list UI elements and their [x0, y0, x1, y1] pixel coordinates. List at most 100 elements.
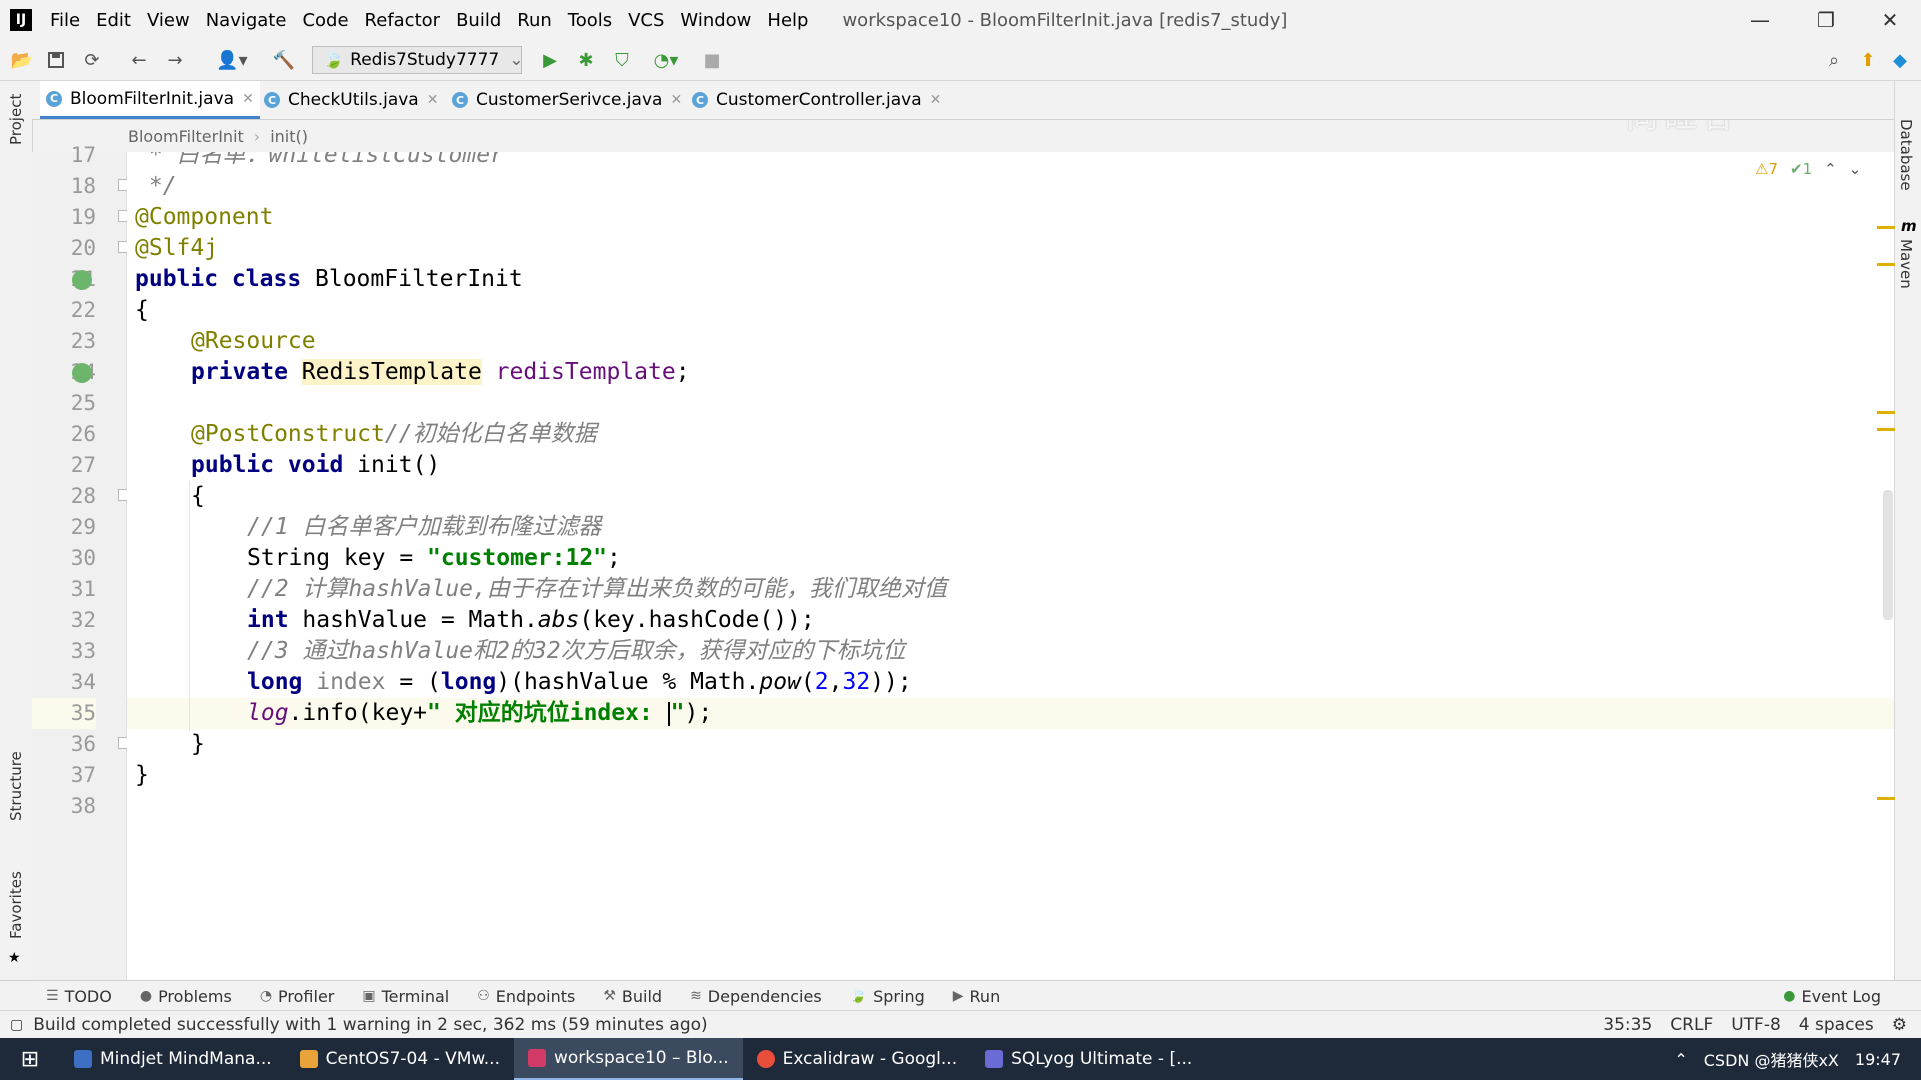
spring-tool-tab[interactable]: 🍃 Spring [850, 987, 925, 1006]
endpoints-tool-tab[interactable]: ⚇ Endpoints [477, 987, 575, 1006]
status-toggle-icon[interactable]: ▢ [10, 1017, 23, 1033]
menu-refactor[interactable]: Refactor [357, 10, 449, 31]
taskbar-sqlyog[interactable]: SQLyog Ultimate - [... [971, 1038, 1206, 1080]
tab-bloomfilterinit[interactable]: C BloomFilterInit.java ✕ [40, 81, 260, 119]
close-tab-icon[interactable]: ✕ [427, 92, 439, 108]
problems-tool-tab[interactable]: ● Problems [140, 987, 232, 1006]
sync-icon[interactable]: ⟳ [80, 48, 104, 72]
caret-position[interactable]: 35:35 [1603, 1015, 1652, 1035]
taskbar-chrome[interactable]: Excalidraw - Googl... [743, 1038, 971, 1080]
close-tab-icon[interactable]: ✕ [242, 91, 254, 107]
vertical-scrollbar[interactable] [1883, 490, 1893, 620]
sqlyog-app-icon [985, 1050, 1004, 1068]
close-tab-icon[interactable]: ✕ [670, 92, 682, 108]
tool-tab-label: Endpoints [495, 986, 576, 1006]
spring-bean-icon[interactable] [72, 270, 92, 290]
code-line-30: String key = "customer:12"; [247, 545, 621, 571]
restore-button[interactable]: ❐ [1793, 0, 1859, 40]
code-line-21: public class BloomFilterInit [135, 264, 1894, 295]
error-stripe-marker[interactable] [1877, 428, 1895, 431]
class-name: BloomFilterInit [301, 266, 523, 292]
user-dropdown-icon[interactable]: 👤▾ [212, 48, 252, 72]
tab-customercontroller[interactable]: C CustomerController.java ✕ [686, 81, 947, 119]
code-with-me-icon[interactable]: ◆ [1888, 48, 1912, 72]
file-encoding[interactable]: UTF-8 [1731, 1015, 1781, 1035]
run-icon[interactable]: ▶ [538, 48, 562, 72]
profile-dropdown-icon[interactable]: ◔▾ [646, 48, 686, 72]
menu-navigate[interactable]: Navigate [198, 10, 295, 31]
class-icon: C [264, 92, 280, 108]
project-tool-tab[interactable]: Project [7, 94, 25, 145]
menu-file[interactable]: File [42, 10, 88, 31]
stop-icon[interactable]: ■ [700, 48, 724, 72]
line-number: 22 [70, 298, 96, 322]
menu-run[interactable]: Run [509, 10, 560, 31]
run-configuration-select[interactable]: 🍃 Redis7Study7777 ⌄ [312, 46, 523, 74]
log-field: log [247, 700, 289, 726]
inspection-widget[interactable]: ⚠7 ✔1 ⌃ ⌄ [1755, 160, 1861, 178]
breadcrumb-class[interactable]: BloomFilterInit [128, 127, 244, 146]
maven-tool-tab[interactable]: Maven [1897, 239, 1915, 289]
taskbar-vmware[interactable]: CentOS7-04 - VMw... [286, 1038, 514, 1080]
menu-view[interactable]: View [139, 10, 198, 31]
taskbar-intellij[interactable]: workspace10 – Blo... [513, 1038, 743, 1080]
code-editor[interactable]: * 白名单：whitelistCustomer */ @Component @S… [127, 152, 1894, 980]
todo-tool-tab[interactable]: ☰ TODO [46, 987, 112, 1006]
memory-indicator-icon[interactable]: ⚙ [1892, 1015, 1907, 1035]
tab-customerserivce[interactable]: C CustomerSerivce.java ✕ [446, 81, 688, 119]
dependencies-tool-tab[interactable]: ≋ Dependencies [690, 987, 822, 1006]
close-button[interactable]: ✕ [1857, 0, 1921, 40]
database-tool-tab[interactable]: Database [1897, 119, 1915, 191]
menu-code[interactable]: Code [294, 10, 356, 31]
ok-icon: ✔1 [1790, 160, 1813, 178]
menu-window[interactable]: Window [672, 10, 759, 31]
save-icon[interactable] [44, 48, 68, 72]
chevron-down-icon[interactable]: ⌄ [1849, 160, 1862, 178]
list-icon: ☰ [46, 988, 59, 1004]
search-icon[interactable]: ⌕ [1822, 48, 1846, 72]
tray-expand-icon[interactable]: ⌃ [1674, 1050, 1687, 1069]
menu-edit[interactable]: Edit [88, 10, 139, 31]
error-stripe-marker[interactable] [1877, 263, 1895, 266]
terminal-tool-tab[interactable]: ▣ Terminal [362, 987, 449, 1006]
line-separator[interactable]: CRLF [1670, 1015, 1713, 1035]
minimize-button[interactable]: — [1727, 0, 1793, 40]
update-icon[interactable]: ⬆ [1856, 48, 1880, 72]
menu-tools[interactable]: Tools [560, 10, 620, 31]
taskbar-clock[interactable]: 19:47 [1855, 1050, 1901, 1069]
open-folder-icon[interactable]: 📂 [10, 48, 34, 72]
build-hammer-icon[interactable]: 🔨 [272, 48, 296, 72]
event-log-tool-tab[interactable]: ● Event Log [1783, 987, 1881, 1006]
number-literal: 2 [814, 669, 829, 695]
line-number: 35 [32, 698, 96, 729]
forward-icon[interactable]: → [163, 48, 187, 72]
tab-checkutils[interactable]: C CheckUtils.java ✕ [258, 81, 444, 119]
line-number: 19 [70, 205, 96, 229]
tab-label: CustomerController.java [716, 90, 922, 110]
error-stripe-marker[interactable] [1877, 411, 1895, 414]
menu-vcs[interactable]: VCS [620, 10, 672, 31]
favorites-tool-tab[interactable]: Favorites [7, 871, 25, 939]
structure-tool-tab[interactable]: Structure [7, 751, 25, 821]
chevron-up-icon[interactable]: ⌃ [1824, 160, 1837, 178]
build-tool-tab[interactable]: ⚒ Build [603, 987, 662, 1006]
field-name: redisTemplate [495, 359, 676, 385]
run-tool-tab[interactable]: ▶ Run [953, 987, 1000, 1006]
back-icon[interactable]: ← [127, 48, 151, 72]
menu-build[interactable]: Build [448, 10, 509, 31]
error-stripe-marker[interactable] [1877, 797, 1895, 800]
indent-setting[interactable]: 4 spaces [1799, 1015, 1874, 1035]
status-message[interactable]: Build completed successfully with 1 warn… [33, 1015, 707, 1035]
close-tab-icon[interactable]: ✕ [930, 92, 942, 108]
menu-help[interactable]: Help [759, 10, 816, 31]
breadcrumb-method[interactable]: init() [270, 127, 308, 146]
error-stripe-marker[interactable] [1877, 226, 1895, 229]
taskbar-mindjet[interactable]: Mindjet MindMana... [60, 1038, 286, 1080]
profiler-tool-tab[interactable]: ◔ Profiler [260, 987, 335, 1006]
windows-start-icon[interactable]: ⊞ [0, 1038, 60, 1080]
coverage-icon[interactable]: ⛉ [610, 48, 634, 72]
line-number: 30 [70, 546, 96, 570]
spring-autowired-icon[interactable] [72, 363, 92, 383]
debug-icon[interactable]: ✱ [574, 48, 598, 72]
code-line-27: public void init() [191, 450, 1894, 481]
